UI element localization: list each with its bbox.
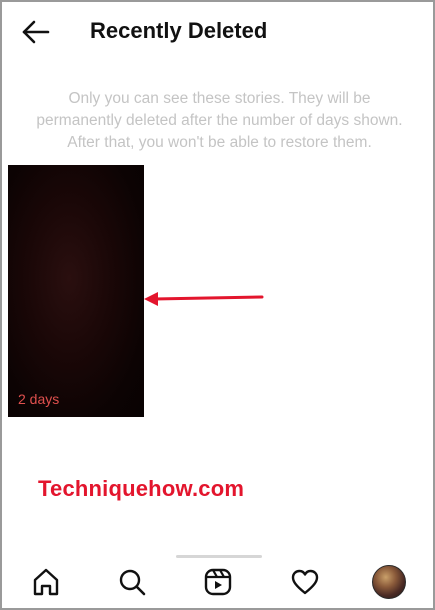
- header: Recently Deleted: [2, 2, 433, 62]
- arrow-left-icon: [22, 20, 50, 44]
- watermark-text: Techniquehow.com: [38, 476, 245, 501]
- nav-reels[interactable]: [198, 562, 238, 602]
- story-days-remaining: 2 days: [18, 391, 60, 407]
- page-title: Recently Deleted: [90, 18, 268, 43]
- bottom-nav: [2, 554, 433, 608]
- nav-home[interactable]: [26, 562, 66, 602]
- deleted-story-thumbnail[interactable]: 2 days: [8, 165, 144, 417]
- reels-icon: [204, 568, 232, 596]
- screen-frame: Recently Deleted Only you can see these …: [0, 0, 435, 610]
- info-text: Only you can see these stories. They wil…: [36, 90, 403, 151]
- annotation-arrow: [144, 292, 264, 306]
- heart-icon: [291, 569, 319, 595]
- home-icon: [33, 568, 59, 596]
- nav-activity[interactable]: [285, 562, 325, 602]
- back-button[interactable]: [20, 16, 52, 48]
- nav-search[interactable]: [112, 562, 152, 602]
- search-icon: [119, 569, 146, 596]
- profile-avatar: [372, 565, 406, 599]
- nav-profile[interactable]: [369, 562, 409, 602]
